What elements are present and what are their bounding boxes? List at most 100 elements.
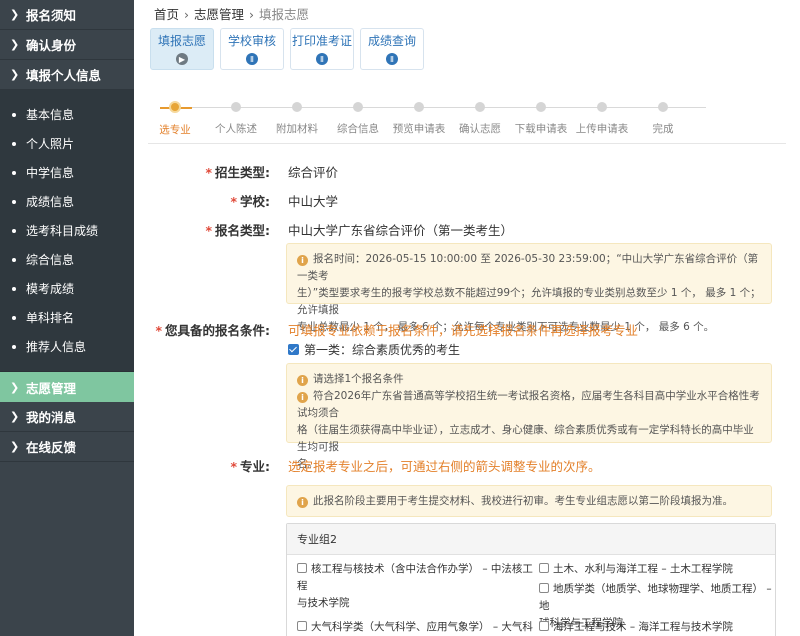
breadcrumb-section[interactable]: 志愿管理 xyxy=(194,7,244,22)
step-complete: 完成 xyxy=(628,102,698,136)
major-option[interactable]: 海洋工程与技术 – 海洋工程与技术学院 xyxy=(539,619,775,636)
step-dot xyxy=(353,102,363,112)
sidebar-item-label: 填报个人信息 xyxy=(26,68,102,83)
sidebar-subitem-basic-info[interactable]: 基本信息 xyxy=(0,100,134,129)
bullet-icon xyxy=(12,257,16,262)
condition-option-label: 第一类：综合素质优秀的考生 xyxy=(304,343,461,357)
school-value: 中山大学 xyxy=(288,194,339,209)
tab-school-review[interactable]: 学校审核 Ⅱ xyxy=(220,28,284,70)
sidebar-item-messages[interactable]: ❯ 我的消息 xyxy=(0,402,134,432)
sidebar-item-feedback[interactable]: ❯ 在线反馈 xyxy=(0,432,134,462)
checkbox-icon[interactable] xyxy=(539,621,549,631)
info-icon: i xyxy=(297,255,308,266)
major-option[interactable]: 核工程与核技术（含中法合作办学） – 中法核工程 与技术学院 xyxy=(297,561,533,612)
label-text: 学校: xyxy=(240,194,270,209)
chevron-right-icon: ❯ xyxy=(10,380,20,394)
label-text: 报名类型: xyxy=(215,223,270,238)
notice-text: 此报名阶段主要用于考生提交材料、我校进行初审。考生专业组志愿以第二阶段填报为准。 xyxy=(313,495,733,507)
sidebar-item-label: 综合信息 xyxy=(26,253,75,267)
notice-line: i 符合2026年广东省普通高等学校招生统一考试报名资格，应届考生各科目高中学业水… xyxy=(297,388,761,422)
sidebar: ❯ 报名须知 ❯ 确认身份 ❯ 填报个人信息 基本信息 个人照片 中学信息 成绩信息 … xyxy=(0,0,134,636)
tab-label: 打印准考证 xyxy=(291,34,352,48)
main-content: 首页 › 志愿管理 › 填报志愿 填报志愿 ▶ 学校审核 Ⅱ 打印准考证 Ⅱ 成绩查询 … xyxy=(134,0,800,636)
sidebar-item-personal-info[interactable]: ❯ 填报个人信息 xyxy=(0,60,134,90)
major-name: 土木、水利与海洋工程 – 土木工程学院 xyxy=(553,563,733,575)
major-name: 地质学类（地质学、地球物理学、地质工程） – 地 xyxy=(539,583,772,612)
step-dot xyxy=(292,102,302,112)
stamp-icon: Ⅱ xyxy=(246,53,258,65)
sidebar-item-notice[interactable]: ❯ 报名须知 xyxy=(0,0,134,30)
sidebar-subitem-photo[interactable]: 个人照片 xyxy=(0,129,134,158)
step-comprehensive-info: 综合信息 xyxy=(323,102,393,136)
info-icon: i xyxy=(297,392,308,403)
major-option-line: 地质学类（地质学、地球物理学、地质工程） – 地 xyxy=(539,581,775,615)
bullet-icon xyxy=(12,286,16,291)
checkbox-icon[interactable] xyxy=(539,563,549,573)
required-marker: * xyxy=(205,223,212,238)
major-option-line: 核工程与核技术（含中法合作办学） – 中法核工程 xyxy=(297,561,533,595)
sidebar-item-label: 在线反馈 xyxy=(26,440,77,455)
sidebar-subitem-school-info[interactable]: 中学信息 xyxy=(0,158,134,187)
stamp-icon: Ⅱ xyxy=(316,53,328,65)
sidebar-item-confirm-identity[interactable]: ❯ 确认身份 xyxy=(0,30,134,60)
required-marker: * xyxy=(205,165,212,180)
sidebar-item-label: 选考科目成绩 xyxy=(26,224,99,238)
tab-fill-application[interactable]: 填报志愿 ▶ xyxy=(150,28,214,70)
bullet-icon xyxy=(12,141,16,146)
notice-text: 报名时间：2026-05-15 10:00:00 至 2026-05-30 23… xyxy=(297,253,759,282)
checkbox-icon[interactable] xyxy=(539,583,549,593)
checkbox-icon[interactable] xyxy=(297,621,307,631)
tab-print-admission-ticket[interactable]: 打印准考证 Ⅱ xyxy=(290,28,354,70)
step-upload-form: 上传申请表 xyxy=(567,102,637,136)
sidebar-item-label: 中学信息 xyxy=(26,166,75,180)
major-group: 专业组2 核工程与核技术（含中法合作办学） – 中法核工程 与技术学院 大气科学… xyxy=(286,523,776,636)
chevron-right-icon: ❯ xyxy=(10,8,20,21)
sidebar-subitem-subject-rank[interactable]: 单科排名 xyxy=(0,303,134,332)
notice-text: 符合2026年广东省普通高等学校招生统一考试报名资格，应届考生各科目高中学业水平… xyxy=(297,390,760,419)
chevron-right-icon: ❯ xyxy=(10,68,20,81)
checkbox-icon[interactable] xyxy=(297,563,307,573)
play-circle-icon: ▶ xyxy=(176,53,188,65)
sidebar-item-label: 推荐人信息 xyxy=(26,340,87,354)
step-preview-form: 预览申请表 xyxy=(384,102,454,136)
sidebar-subitem-referee[interactable]: 推荐人信息 xyxy=(0,332,134,361)
breadcrumb: 首页 › 志愿管理 › 填报志愿 xyxy=(154,4,309,23)
tab-score-query[interactable]: 成绩查询 Ⅱ xyxy=(360,28,424,70)
tab-label: 填报志愿 xyxy=(157,34,206,48)
step-personal-statement: 个人陈述 xyxy=(201,102,271,136)
stamp-icon: Ⅱ xyxy=(386,53,398,65)
breadcrumb-home[interactable]: 首页 xyxy=(154,7,179,22)
condition-option-1[interactable]: 第一类：综合素质优秀的考生 xyxy=(288,341,460,358)
sidebar-subitem-mock-exam[interactable]: 模考成绩 xyxy=(0,274,134,303)
info-icon: i xyxy=(297,375,308,386)
tab-label: 学校审核 xyxy=(227,34,276,48)
sidebar-item-label: 我的消息 xyxy=(26,410,77,425)
sidebar-item-label: 模考成绩 xyxy=(26,282,75,296)
sidebar-item-label: 报名须知 xyxy=(26,8,77,23)
tab-label: 成绩查询 xyxy=(367,34,416,48)
step-dot xyxy=(536,102,546,112)
step-label: 附加材料 xyxy=(276,123,318,135)
step-label: 综合信息 xyxy=(337,123,379,135)
major-option[interactable]: 大气科学类（大气科学、应用气象学） – 大气科学 xyxy=(297,619,533,636)
step-dot xyxy=(169,101,181,113)
step-label: 确认志愿 xyxy=(459,123,501,135)
chevron-right-icon: › xyxy=(184,7,190,22)
step-select-major: 选专业 xyxy=(140,101,210,137)
major-option-line: 土木、水利与海洋工程 – 土木工程学院 xyxy=(539,561,775,578)
step-confirm: 确认志愿 xyxy=(445,102,515,136)
conditions-hint: 可填报专业依赖于报名条件，请先选择报名条件再选择报考专业 xyxy=(288,323,639,338)
major-name: 海洋工程与技术 – 海洋工程与技术学院 xyxy=(553,621,733,633)
major-option[interactable]: 土木、水利与海洋工程 – 土木工程学院 xyxy=(539,561,775,578)
checkbox-checked-icon[interactable] xyxy=(288,344,299,355)
sidebar-subitem-comprehensive[interactable]: 综合信息 xyxy=(0,245,134,274)
sidebar-item-application-management[interactable]: ❯ 志愿管理 xyxy=(0,372,134,402)
chevron-right-icon: ❯ xyxy=(10,38,20,51)
major-option-line: 与技术学院 xyxy=(297,597,350,609)
major-group-title: 专业组2 xyxy=(287,524,775,555)
sidebar-subitem-elective-grades[interactable]: 选考科目成绩 xyxy=(0,216,134,245)
sidebar-subitem-grades[interactable]: 成绩信息 xyxy=(0,187,134,216)
sidebar-item-label: 志愿管理 xyxy=(26,380,77,396)
chevron-right-icon: ❯ xyxy=(10,440,20,453)
step-label: 完成 xyxy=(652,123,674,135)
